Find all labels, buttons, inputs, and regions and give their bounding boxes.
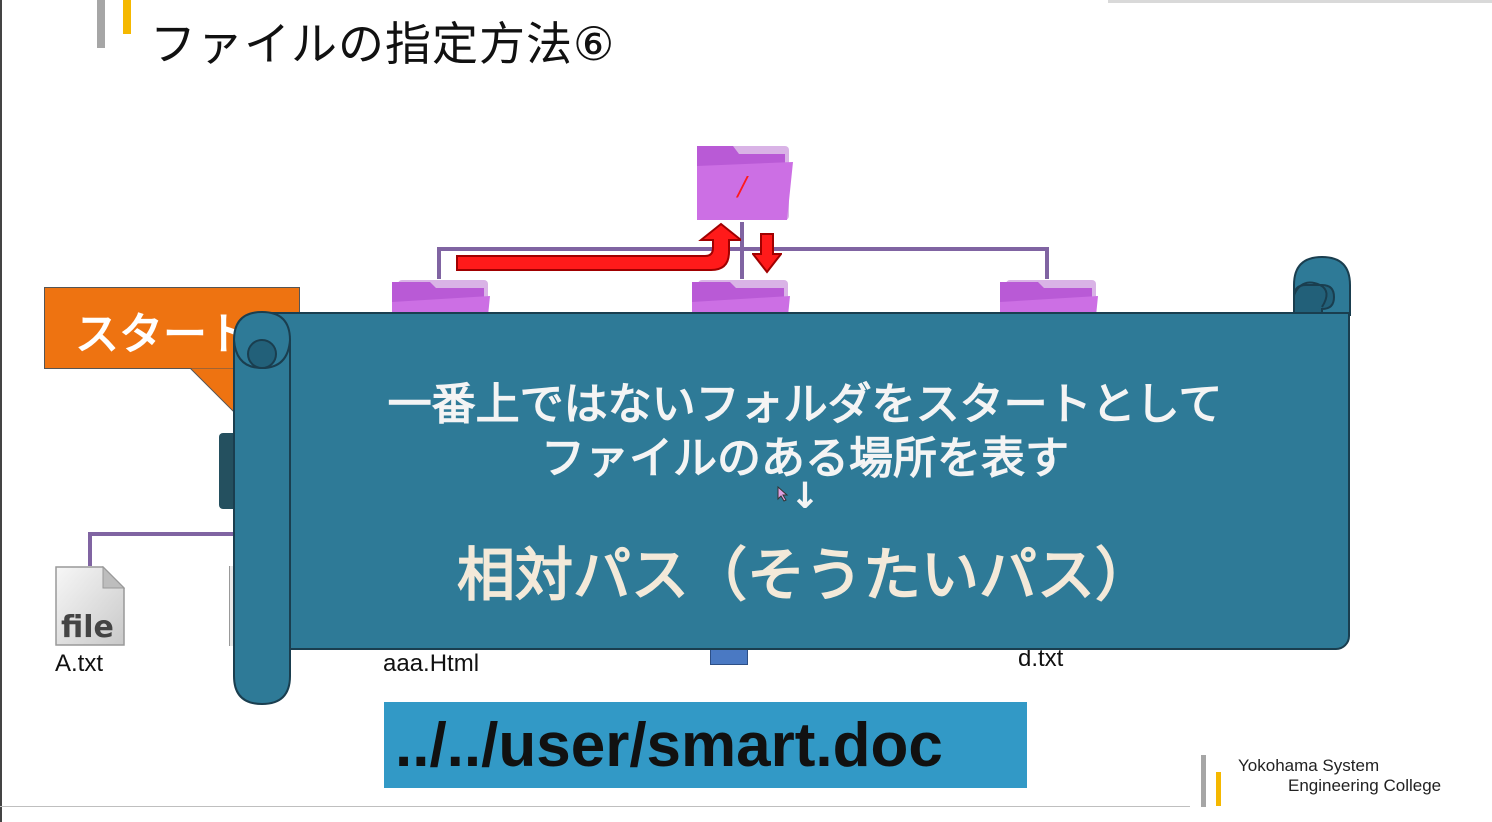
folder-right-icon[interactable]	[998, 272, 1102, 316]
start-label: スタート	[75, 309, 251, 360]
logo-accent-gray	[1201, 755, 1206, 807]
file-a-label: A.txt	[55, 650, 104, 677]
scroll-left-roll	[233, 310, 291, 706]
footer-divider	[0, 806, 1190, 807]
scroll-down-arrow: ↓	[789, 476, 821, 517]
mouse-cursor-icon	[777, 486, 789, 502]
title-accent-yellow	[123, 0, 131, 34]
scroll-term: 相対パス（そうたいパス）	[456, 541, 1153, 609]
folder-middle-icon[interactable]	[690, 272, 794, 316]
slide-title: ファイルの指定方法⑥	[150, 17, 616, 71]
file-aaa-label: aaa.Html	[383, 650, 480, 677]
title-accent-gray	[97, 0, 105, 48]
up-arrow-icon	[456, 222, 741, 271]
tree-line-file-drop	[88, 532, 92, 566]
college-name-line1: Yokohama System	[1238, 756, 1380, 775]
down-arrow-icon	[752, 233, 782, 274]
root-folder-label: /	[738, 172, 747, 202]
college-name-line2: Engineering College	[1288, 776, 1442, 795]
logo-accent-yellow	[1216, 772, 1221, 806]
file-a-icon-text: file	[61, 610, 114, 645]
slide-left-border	[0, 0, 2, 822]
path-example-text: ../../user/smart.doc	[395, 711, 943, 780]
folder-left-icon[interactable]	[390, 272, 494, 316]
top-right-divider	[1108, 0, 1492, 3]
